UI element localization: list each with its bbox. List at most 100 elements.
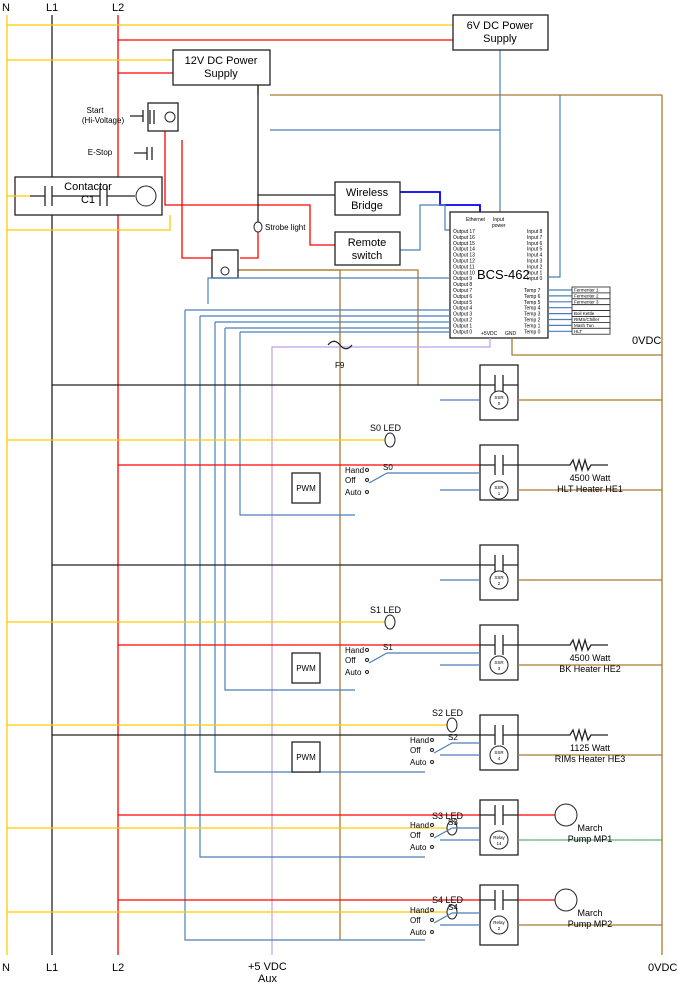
relay-label-2: 14: [496, 841, 502, 846]
switch-hand-label[interactable]: Hand: [345, 466, 364, 475]
load-label: 4500 Watt: [570, 653, 611, 663]
temp-probe-label: Fermenter 2: [574, 293, 599, 298]
relay-coil-icon: [489, 915, 509, 935]
load-label-2: RIMs Heater HE3: [555, 754, 626, 764]
load-label: March: [577, 908, 602, 918]
12v-supply-label-2: Supply: [204, 68, 238, 80]
switch-name: S3: [448, 818, 458, 827]
bcs-5vdc-label: +5VDC: [481, 331, 498, 337]
relay-coil-icon: [489, 655, 509, 675]
selector-switch-0[interactable]: [368, 472, 388, 484]
relay-label: SSR: [494, 395, 504, 400]
strobe-light-icon: [253, 221, 263, 233]
switch-hand-label[interactable]: Hand: [410, 821, 429, 830]
relay-label: Relay: [493, 835, 505, 840]
led-2-icon: [446, 717, 458, 733]
switch-hand-label[interactable]: Hand: [410, 906, 429, 915]
remote-switch-label-2: switch: [352, 250, 383, 262]
switch-off-label[interactable]: Off: [345, 476, 356, 485]
heater-resistor-icon: [518, 637, 608, 653]
bcs-input-power-label-2: power: [492, 223, 506, 229]
switch-auto-label[interactable]: Auto: [345, 488, 362, 497]
pump-icon: [554, 803, 578, 827]
label-n-top: N: [2, 2, 10, 14]
strobe-label: Strobe light: [265, 223, 306, 232]
12v-supply-label: 12V DC Power: [185, 55, 258, 67]
label-0vdc-mid: 0VDC: [632, 335, 661, 347]
switch-name: S4: [448, 903, 458, 912]
label-aux: Aux: [258, 973, 277, 984]
bcs-gnd-label: GND: [505, 331, 517, 337]
label-5vdc-aux: +5 VDC: [248, 961, 287, 973]
bcs-temp-label: Temp 0: [524, 329, 541, 335]
load-label-2: Pump MP1: [568, 834, 613, 844]
led-label: S2 LED: [432, 708, 464, 718]
led-1-icon: [384, 614, 396, 630]
switch-hand-label[interactable]: Hand: [410, 736, 429, 745]
switch-auto-label[interactable]: Auto: [410, 843, 427, 852]
load-label-2: HLT Heater HE1: [557, 484, 623, 494]
label-l2-top: L2: [112, 2, 124, 14]
relay-label: Relay: [493, 920, 505, 925]
relay-label: SSR: [494, 660, 504, 665]
label-l1-top: L1: [46, 2, 58, 14]
led-label: S1 LED: [370, 605, 402, 615]
switch-auto-label[interactable]: Auto: [410, 928, 427, 937]
load-label-2: Pump MP2: [568, 919, 613, 929]
switch-name: S0: [383, 463, 393, 472]
label-0vdc-bottom: 0VDC: [648, 962, 677, 974]
relay-coil-icon: [489, 480, 509, 500]
temp-probe-label: RIMS/Chiller: [574, 317, 600, 322]
wireless-bridge-label-2: Bridge: [351, 200, 383, 212]
wiring-diagram: N L1 L2 N L1 L2 0VDC 0VDC +5 VDC Aux 6V …: [2, 2, 677, 984]
pwm-label: PWM: [296, 753, 316, 762]
label-l1-bottom: L1: [46, 962, 58, 974]
6v-supply-label-2: Supply: [483, 33, 517, 45]
6v-supply-label: 6V DC Power: [467, 20, 534, 32]
relay-label: SSR: [494, 750, 504, 755]
heater-resistor-icon: [518, 457, 608, 473]
label-l2-bottom: L2: [112, 962, 124, 974]
estop-label[interactable]: E-Stop: [88, 148, 113, 157]
load-label: 1125 Watt: [570, 743, 611, 753]
contactor-label-2: C1: [81, 194, 95, 206]
relay-coil-icon: [489, 570, 509, 590]
selector-switch-2[interactable]: [433, 742, 453, 754]
temp-probe-label: HLT: [574, 329, 582, 334]
relay-coil-icon: [489, 390, 509, 410]
switch-off-label[interactable]: Off: [410, 916, 421, 925]
temp-probe-label: Fermenter 3: [574, 299, 599, 304]
led-label: S0 LED: [370, 423, 402, 433]
contactor-label: Contactor: [64, 181, 112, 193]
switch-name: S2: [448, 733, 458, 742]
label-n-bottom: N: [2, 962, 10, 974]
load-label: 4500 Watt: [570, 473, 611, 483]
switch-auto-label[interactable]: Auto: [410, 758, 427, 767]
start-label: Start: [87, 106, 105, 115]
selector-switch-1[interactable]: [368, 652, 388, 664]
relay-coil-icon: [489, 745, 509, 765]
pwm-label: PWM: [296, 664, 316, 673]
remote-switch-label: Remote: [348, 237, 387, 249]
relay-6: [479, 884, 519, 946]
switch-hand-label[interactable]: Hand: [345, 646, 364, 655]
switch-off-label[interactable]: Off: [410, 831, 421, 840]
wireless-bridge-label: Wireless: [346, 187, 389, 199]
bcs-output-label: Output 0: [453, 329, 472, 335]
bcs-462-controller: Ethernet Input power BCS-462 +5VDC GND O…: [449, 211, 549, 339]
pump-icon: [554, 888, 578, 912]
temp-probe-box: [571, 304, 611, 312]
contactor-coil-icon: [135, 185, 157, 207]
bcs-ethernet-label: Ethernet: [466, 217, 486, 223]
relay-label: SSR: [494, 575, 504, 580]
load-label-2: BK Heater HE2: [559, 664, 621, 674]
switch-auto-label[interactable]: Auto: [345, 668, 362, 677]
temp-probe-label: Fermenter 1: [574, 288, 599, 293]
bcs-title: BCS-462: [477, 267, 530, 282]
switch-name: S1: [383, 643, 393, 652]
start-label-2: (Hi-Voltage): [82, 116, 125, 125]
switch-off-label[interactable]: Off: [410, 746, 421, 755]
heater-resistor-icon: [518, 727, 608, 743]
bcs-input-label: Input 0: [527, 276, 543, 282]
switch-off-label[interactable]: Off: [345, 656, 356, 665]
